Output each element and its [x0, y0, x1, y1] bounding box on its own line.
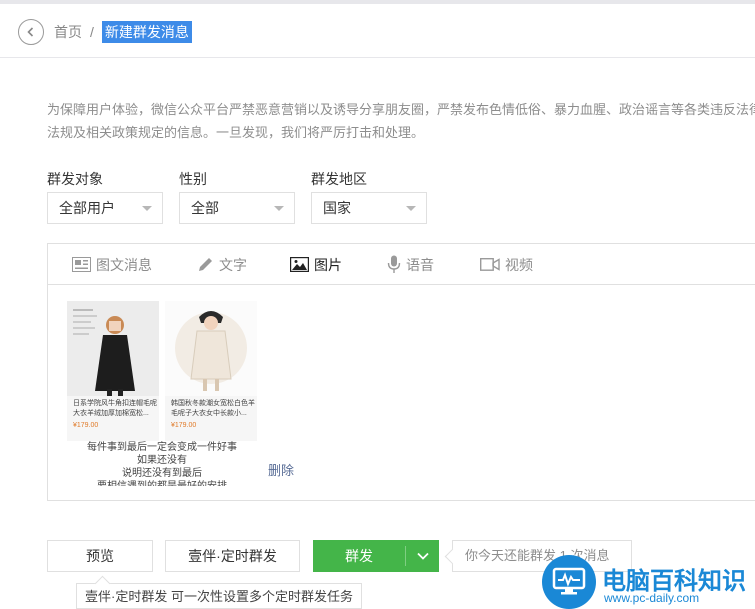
tab-voice-label: 语音	[406, 256, 434, 273]
caret-down-icon	[274, 206, 284, 211]
gender-label: 性别	[179, 171, 207, 187]
message-editor: 图文消息 文字 图片 语音 视频 日系学院风牛角扣连帽毛呢大衣羊绒加厚加棉宽松.…	[47, 243, 755, 501]
site-watermark: 电脑百科知识 www.pc-daily.com	[542, 555, 755, 609]
target-select-value: 全部用户	[59, 200, 115, 216]
tab-voice[interactable]: 语音	[387, 244, 434, 285]
scheduled-send-tooltip: 壹伴·定时群发 可一次性设置多个定时群发任务	[76, 583, 362, 609]
tab-text[interactable]: 文字	[197, 244, 247, 285]
policy-notice: 为保障用户体验，微信公众平台严禁恶意营销以及诱导分享朋友圈，严禁发布色情低俗、暴…	[47, 102, 755, 140]
tab-text-label: 文字	[219, 256, 247, 273]
tab-video[interactable]: 视频	[480, 244, 533, 285]
news-icon	[72, 257, 91, 272]
target-select[interactable]: 全部用户	[47, 192, 163, 224]
back-button[interactable]	[18, 19, 44, 45]
scheduled-send-button[interactable]: 壹伴·定时群发	[165, 540, 300, 572]
monitor-logo-icon	[542, 555, 596, 609]
tab-news-label: 图文消息	[96, 256, 152, 273]
message-type-tabs: 图文消息 文字 图片 语音 视频	[48, 244, 755, 285]
selected-image-card: 日系学院风牛角扣连帽毛呢大衣羊绒加厚加棉宽松... ¥179.00 韩国秋冬款潮…	[67, 301, 257, 487]
region-label: 群发地区	[311, 171, 367, 187]
send-button[interactable]: 群发	[313, 540, 405, 572]
tab-news[interactable]: 图文消息	[72, 244, 152, 285]
image-icon	[290, 257, 309, 272]
gender-select[interactable]: 全部	[179, 192, 295, 224]
target-label: 群发对象	[47, 171, 103, 187]
product-card: 韩国秋冬款潮女宽松白色羊毛呢子大衣女中长款小... ¥179.00	[165, 301, 257, 441]
product-card: 日系学院风牛角扣连帽毛呢大衣羊绒加厚加棉宽松... ¥179.00	[67, 301, 159, 441]
caption-line: 说明还没有到最后	[122, 468, 202, 479]
caret-down-icon	[406, 206, 416, 211]
region-select-value: 国家	[323, 200, 351, 216]
top-border	[0, 0, 755, 4]
caption-line: 要相信遇到的都是最好的安排	[67, 480, 257, 486]
breadcrumb-separator: /	[90, 24, 94, 40]
product-description: 日系学院风牛角扣连帽毛呢大衣羊绒加厚加棉宽松...	[73, 400, 157, 417]
preview-button[interactable]: 预览	[47, 540, 153, 572]
gender-select-value: 全部	[191, 200, 219, 216]
chevron-left-icon	[27, 27, 34, 37]
send-button-group: 群发	[313, 540, 439, 572]
watermark-url: www.pc-daily.com	[604, 591, 700, 605]
caption-line: 每件事到最后一定会变成一件好事	[87, 442, 237, 453]
video-icon	[480, 258, 500, 271]
tab-image-label: 图片	[314, 256, 342, 273]
product-price: ¥179.00	[171, 422, 197, 429]
send-dropdown-toggle[interactable]	[406, 540, 439, 572]
caret-down-icon	[142, 206, 152, 211]
breadcrumb: 首页 / 新建群发消息	[18, 18, 192, 46]
tab-video-label: 视频	[505, 256, 533, 273]
microphone-icon	[387, 255, 401, 273]
model-white-coat-image	[165, 301, 257, 396]
header-divider	[0, 57, 755, 58]
product-description: 韩国秋冬款潮女宽松白色羊毛呢子大衣女中长款小...	[171, 400, 255, 417]
breadcrumb-home[interactable]: 首页	[54, 22, 82, 42]
chevron-down-icon	[416, 552, 429, 560]
breadcrumb-current: 新建群发消息	[101, 21, 192, 43]
delete-link[interactable]: 删除	[268, 460, 294, 479]
model-black-coat-image	[67, 301, 159, 396]
tab-image[interactable]: 图片	[290, 244, 342, 285]
caption-line: 如果还没有	[137, 455, 187, 466]
product-photo	[67, 301, 159, 396]
product-price: ¥179.00	[73, 422, 99, 429]
pencil-icon	[199, 258, 212, 271]
region-select[interactable]: 国家	[311, 192, 427, 224]
product-photo	[165, 301, 257, 396]
image-caption: 每件事到最后一定会变成一件好事 如果还没有 说明还没有到最后 要相信遇到的都是最…	[67, 441, 257, 486]
